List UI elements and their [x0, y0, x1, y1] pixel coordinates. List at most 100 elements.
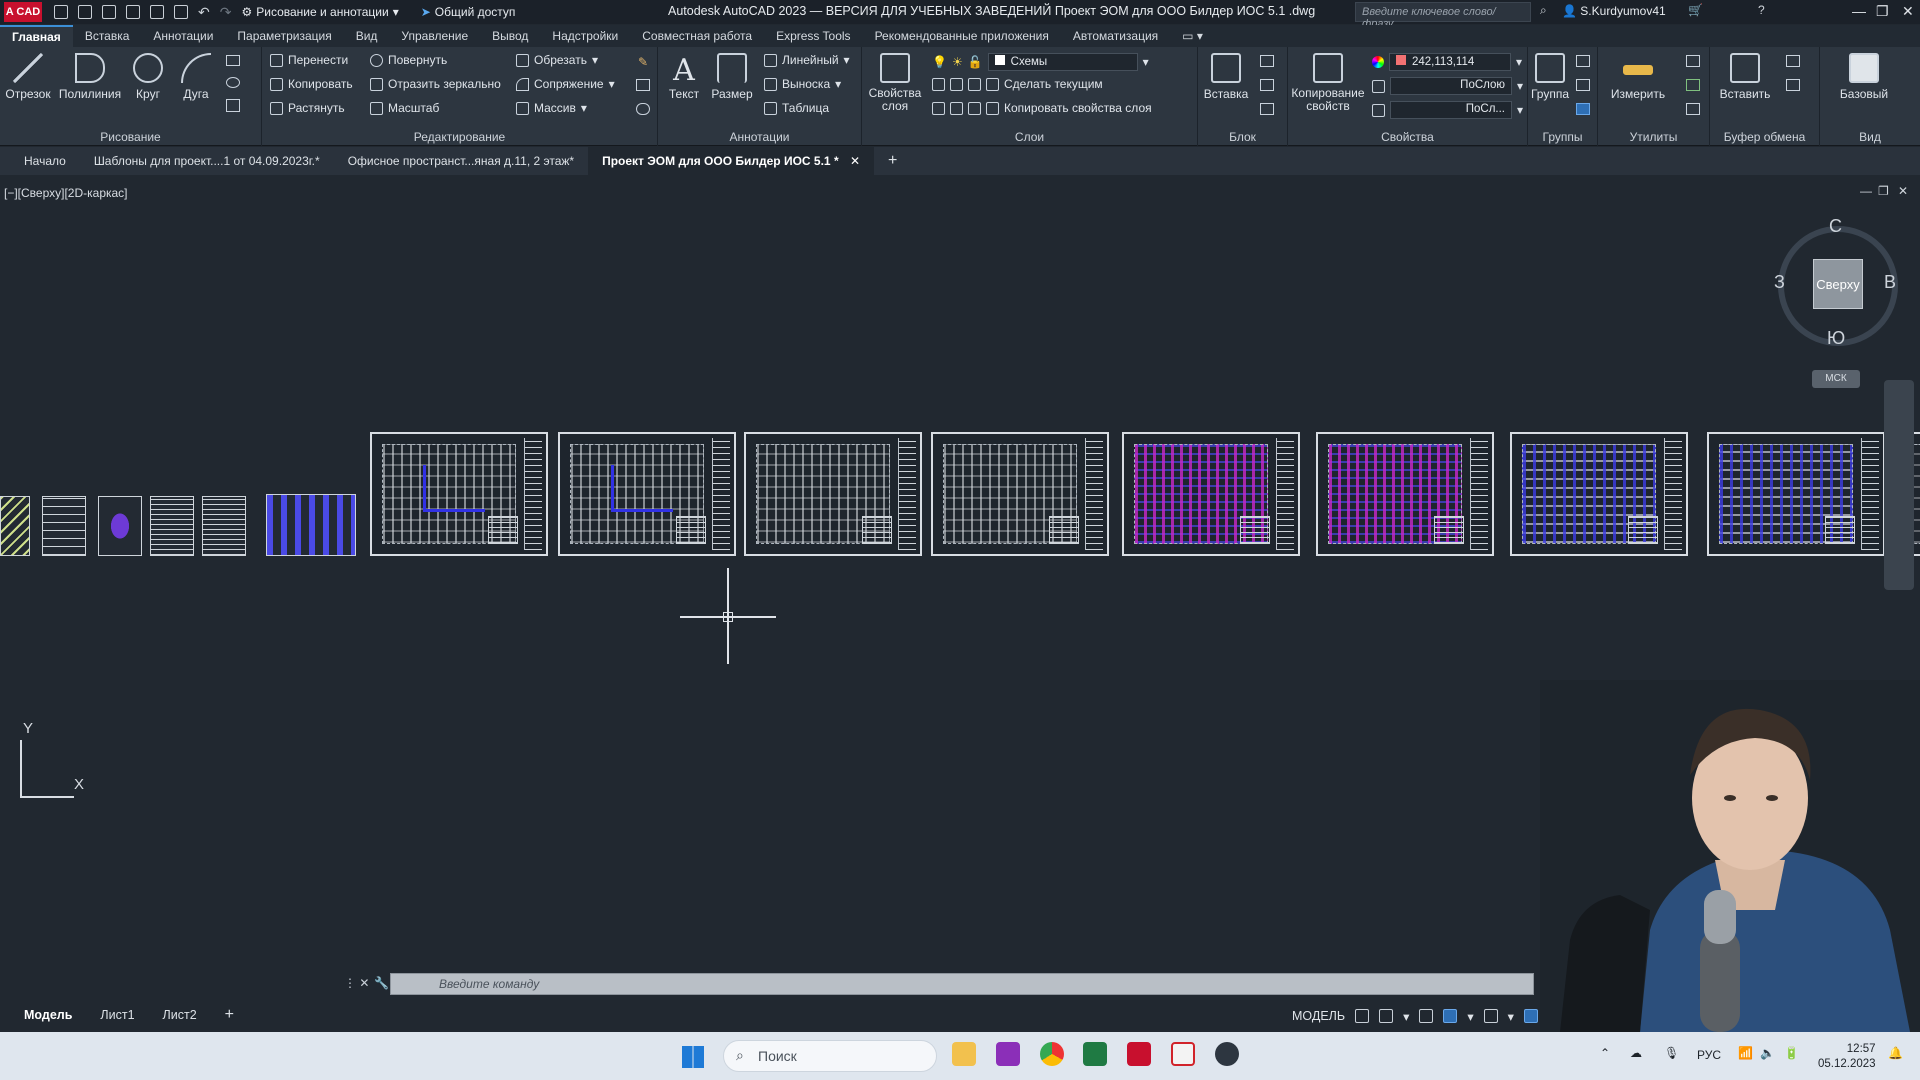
- cart-icon[interactable]: 🛒: [1688, 3, 1703, 17]
- autocad-logo[interactable]: A CAD: [4, 2, 42, 22]
- match-properties-button[interactable]: Копирование свойств: [1290, 53, 1366, 113]
- tab-parametric[interactable]: Параметризация: [225, 25, 343, 47]
- panel-draw-label[interactable]: Рисование: [0, 130, 261, 144]
- layer-dropdown[interactable]: 💡 ☀ 🔓 Схемы ▾: [932, 53, 1149, 71]
- viewcube-west[interactable]: З: [1774, 272, 1785, 293]
- tab-annotate[interactable]: Аннотации: [141, 25, 225, 47]
- calculator-icon[interactable]: [1686, 79, 1700, 91]
- navigation-bar[interactable]: [1884, 380, 1914, 590]
- linetype-dropdown[interactable]: ПоСлою ▾: [1372, 77, 1523, 95]
- group-select-icon[interactable]: [1576, 103, 1590, 115]
- lineweight-dropdown[interactable]: ПоСл... ▾: [1372, 101, 1523, 119]
- isodraft-icon[interactable]: [1483, 1009, 1498, 1023]
- paste-button[interactable]: Вставить: [1716, 53, 1774, 101]
- polar-tracking-icon[interactable]: [1443, 1009, 1458, 1023]
- viewport-minimize-icon[interactable]: —: [1860, 184, 1872, 198]
- floor-plan-sheet[interactable]: [558, 432, 736, 556]
- match-layer-button[interactable]: Копировать свойства слоя: [1004, 101, 1152, 115]
- arc-button[interactable]: Дуга: [170, 53, 222, 101]
- redo-icon[interactable]: ↷: [220, 4, 232, 21]
- layer-tool-icon[interactable]: [986, 101, 999, 115]
- table-button[interactable]: Таблица: [764, 101, 829, 115]
- viewcube-top-face[interactable]: Сверху: [1813, 259, 1863, 309]
- lineweight-field[interactable]: ПоСл...: [1390, 101, 1512, 119]
- layer-tool-icon[interactable]: [968, 77, 981, 91]
- drawing-sheet[interactable]: [42, 496, 86, 556]
- stretch-button[interactable]: Растянуть: [270, 101, 345, 115]
- layer-properties-button[interactable]: Свойства слоя: [864, 53, 926, 113]
- tab-addins[interactable]: Надстройки: [540, 25, 630, 47]
- dimension-button[interactable]: Размер: [708, 53, 756, 101]
- create-block-icon[interactable]: [1260, 55, 1274, 67]
- drawing-sheet[interactable]: [98, 496, 142, 556]
- floor-plan-sheet[interactable]: [370, 432, 548, 556]
- viewport-restore-icon[interactable]: ❐: [1878, 184, 1889, 198]
- linear-dim-button[interactable]: Линейный ▾: [764, 53, 850, 67]
- tab-insert[interactable]: Вставка: [73, 25, 142, 47]
- color-dropdown[interactable]: 242,113,114 ▾: [1372, 53, 1522, 71]
- move-button[interactable]: Перенести: [270, 53, 348, 67]
- taskbar-search[interactable]: ⌕ Поиск: [723, 1040, 937, 1072]
- open-file-icon[interactable]: [78, 5, 92, 19]
- network-icon[interactable]: ☁: [1630, 1046, 1642, 1060]
- floor-plan-sheet[interactable]: [1707, 432, 1885, 556]
- new-tab-button[interactable]: +: [874, 147, 911, 175]
- object-snap-icon[interactable]: [1523, 1009, 1538, 1023]
- tab-model[interactable]: Модель: [0, 1008, 86, 1022]
- tab-collaborate[interactable]: Совместная работа: [630, 25, 764, 47]
- layer-name-field[interactable]: Схемы: [987, 53, 1138, 71]
- plot-icon[interactable]: [174, 5, 188, 19]
- new-file-icon[interactable]: [54, 5, 68, 19]
- help-search-input[interactable]: Введите ключевое слово/фразу: [1355, 2, 1531, 30]
- rectangle-icon[interactable]: [226, 55, 240, 66]
- chevron-down-icon[interactable]: ▾: [1403, 1009, 1409, 1024]
- language-indicator[interactable]: РУС: [1697, 1048, 1721, 1062]
- color-field[interactable]: 242,113,114: [1389, 53, 1511, 71]
- file-tab-start[interactable]: Начало: [0, 147, 80, 175]
- tab-layout2[interactable]: Лист2: [149, 1008, 211, 1022]
- panel-properties-label[interactable]: Свойства: [1288, 130, 1527, 144]
- save-as-icon[interactable]: [126, 5, 140, 19]
- array-button[interactable]: Массив ▾: [516, 101, 587, 115]
- panel-annotation-label[interactable]: Аннотации: [658, 130, 861, 144]
- ortho-icon[interactable]: [1419, 1009, 1434, 1023]
- quick-select-icon[interactable]: [1686, 55, 1700, 67]
- grid-icon[interactable]: [1355, 1009, 1370, 1023]
- viewport-controls[interactable]: [−][Сверху][2D-каркас]: [4, 186, 128, 200]
- circle-button[interactable]: Круг: [122, 53, 174, 101]
- workspace-selector[interactable]: ⚙ Рисование и аннотации ▾: [241, 5, 398, 19]
- floor-plan-sheet[interactable]: [1510, 432, 1688, 556]
- acrobat-icon[interactable]: [1171, 1042, 1195, 1066]
- model-space-toggle[interactable]: МОДЕЛЬ: [1292, 1009, 1345, 1023]
- add-layout-button[interactable]: +: [211, 1006, 248, 1024]
- file-tab-templates[interactable]: Шаблоны для проект....1 от 04.09.2023г.*: [80, 147, 334, 175]
- ribbon-toggle-icon[interactable]: ▭ ▾: [1170, 25, 1215, 47]
- make-current-button[interactable]: Сделать текущим: [1004, 77, 1103, 91]
- group-button[interactable]: Группа: [1528, 53, 1572, 101]
- floor-plan-sheet[interactable]: [931, 432, 1109, 556]
- tab-featured-apps[interactable]: Рекомендованные приложения: [863, 25, 1061, 47]
- cut-copy-icon[interactable]: [1786, 55, 1800, 67]
- line-button[interactable]: Отрезок: [2, 53, 54, 101]
- autocad-icon[interactable]: [1127, 1042, 1151, 1066]
- close-button[interactable]: ✕: [1902, 3, 1914, 20]
- leader-button[interactable]: Выноска ▾: [764, 77, 841, 91]
- command-close-icon[interactable]: ⋮ ✕: [344, 976, 369, 990]
- wrench-icon[interactable]: 🔧: [374, 976, 389, 990]
- linetype-field[interactable]: ПоСлою: [1390, 77, 1512, 95]
- trim-button[interactable]: Обрезать ▾: [516, 53, 598, 67]
- share-button[interactable]: ➤ Общий доступ: [421, 5, 516, 19]
- snap-icon[interactable]: [1379, 1009, 1394, 1023]
- notification-bell-icon[interactable]: 🔔: [1888, 1046, 1903, 1060]
- layer-tool-icon[interactable]: [950, 101, 963, 115]
- panel-layers-label[interactable]: Слои: [862, 130, 1197, 144]
- panel-clipboard-label[interactable]: Буфер обмена: [1710, 130, 1819, 144]
- close-tab-icon[interactable]: ✕: [850, 154, 860, 168]
- app-icon[interactable]: [1215, 1042, 1239, 1066]
- maximize-button[interactable]: ❐: [1876, 3, 1889, 20]
- viewcube-north[interactable]: С: [1829, 216, 1842, 237]
- copy-button[interactable]: Копировать: [270, 77, 353, 91]
- ucs-menu-button[interactable]: МСК: [1812, 370, 1860, 388]
- system-clock[interactable]: 12:57 05.12.2023: [1818, 1042, 1876, 1072]
- layer-tool-icon[interactable]: [968, 101, 981, 115]
